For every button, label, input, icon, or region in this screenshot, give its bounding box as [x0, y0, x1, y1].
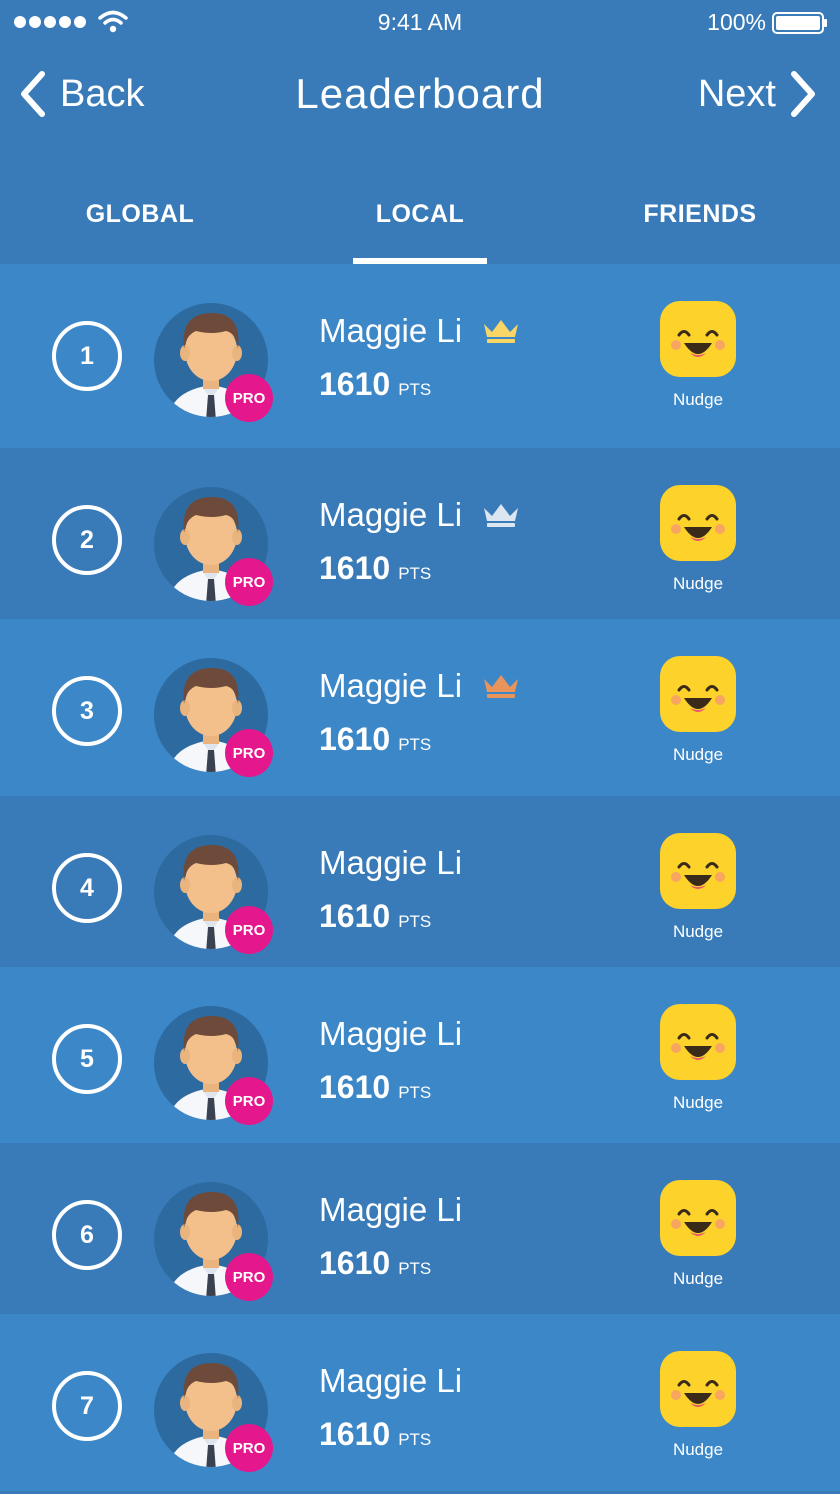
nudge-label: Nudge: [672, 574, 724, 593]
nudge-label: Nudge: [672, 1269, 724, 1288]
user-name: Maggie Li: [319, 496, 463, 533]
crown-icon: [484, 320, 519, 343]
tab-global[interactable]: GLOBAL: [0, 156, 280, 264]
nudge-button[interactable]: Nudge: [658, 301, 738, 410]
rank-badge: 4: [52, 853, 122, 923]
rank-badge: 6: [52, 1200, 122, 1270]
user-points: 1610 PTS: [319, 1245, 431, 1282]
user-points: 1610 PTS: [319, 721, 431, 758]
user-points: 1610 PTS: [319, 898, 431, 935]
tab-friends[interactable]: FRIENDS: [560, 156, 840, 264]
rank-badge: 2: [52, 505, 122, 575]
smiley-face-icon: [660, 485, 736, 561]
nudge-label: Nudge: [672, 1093, 724, 1112]
nudge-button[interactable]: Nudge: [658, 833, 738, 942]
smiley-face-icon: [660, 833, 736, 909]
nudge-label: Nudge: [672, 745, 724, 764]
leaderboard-list: 1 PRO Maggie Li 1610 PTS Nudge 2 PRO Mag…: [0, 264, 840, 1491]
pro-badge: PRO: [225, 729, 273, 777]
nudge-button[interactable]: Nudge: [658, 1351, 738, 1460]
leaderboard-row: 5 PRO Maggie Li 1610 PTS Nudge: [0, 967, 840, 1143]
smiley-face-icon: [660, 1351, 736, 1427]
points-unit: PTS: [398, 1430, 432, 1449]
rank-badge: 7: [52, 1371, 122, 1441]
leaderboard-row: 2 PRO Maggie Li 1610 PTS Nudge: [0, 448, 840, 619]
navigation-bar: Back Leaderboard Next: [0, 46, 840, 156]
status-bar: 9:41 AM 100%: [0, 0, 840, 46]
leaderboard-row: 7 PRO Maggie Li 1610 PTS Nudge: [0, 1314, 840, 1491]
leaderboard-row: 6 PRO Maggie Li 1610 PTS Nudge: [0, 1143, 840, 1314]
points-unit: PTS: [398, 380, 432, 399]
user-name-row: Maggie Li: [319, 1015, 462, 1053]
smiley-face-icon: [660, 656, 736, 732]
next-label: Next: [697, 72, 776, 115]
pro-badge: PRO: [225, 558, 273, 606]
crown-icon: [484, 504, 519, 527]
user-points: 1610 PTS: [319, 1069, 431, 1106]
pro-badge: PRO: [225, 374, 273, 422]
user-name-row: Maggie Li: [319, 667, 520, 705]
battery-icon: [772, 12, 827, 34]
battery-percent: 100%: [707, 9, 766, 35]
user-name-row: Maggie Li: [319, 312, 520, 350]
user-name: Maggie Li: [319, 667, 463, 704]
leaderboard-row: 1 PRO Maggie Li 1610 PTS Nudge: [0, 264, 840, 448]
crown-icon: [484, 675, 519, 698]
points-value: 1610: [319, 1069, 391, 1105]
leaderboard-row: 4 PRO Maggie Li 1610 PTS Nudge: [0, 796, 840, 967]
user-name: Maggie Li: [319, 1015, 463, 1052]
user-points: 1610 PTS: [319, 1416, 431, 1453]
user-name-row: Maggie Li: [319, 844, 462, 882]
points-unit: PTS: [398, 1259, 432, 1278]
points-unit: PTS: [398, 735, 432, 754]
user-name: Maggie Li: [319, 1191, 463, 1228]
chevron-right-icon: [791, 71, 815, 117]
pro-badge: PRO: [225, 1424, 273, 1472]
next-button[interactable]: Next: [698, 70, 818, 118]
user-name-row: Maggie Li: [319, 1191, 462, 1229]
user-points: 1610 PTS: [319, 366, 431, 403]
rank-badge: 3: [52, 676, 122, 746]
points-unit: PTS: [398, 564, 432, 583]
nudge-button[interactable]: Nudge: [658, 1004, 738, 1113]
user-name: Maggie Li: [319, 844, 463, 881]
nudge-label: Nudge: [672, 1440, 724, 1459]
points-unit: PTS: [398, 1083, 432, 1102]
user-points: 1610 PTS: [319, 550, 431, 587]
user-name-row: Maggie Li: [319, 496, 520, 534]
pro-badge: PRO: [225, 906, 273, 954]
user-name: Maggie Li: [319, 312, 463, 349]
pro-badge: PRO: [225, 1077, 273, 1125]
nudge-button[interactable]: Nudge: [658, 656, 738, 765]
tab-local[interactable]: LOCAL: [280, 156, 560, 264]
points-value: 1610: [319, 550, 391, 586]
points-unit: PTS: [398, 912, 432, 931]
user-name-row: Maggie Li: [319, 1362, 462, 1400]
smiley-face-icon: [660, 1004, 736, 1080]
user-name: Maggie Li: [319, 1362, 463, 1399]
points-value: 1610: [319, 721, 391, 757]
rank-badge: 1: [52, 321, 122, 391]
leaderboard-row: 3 PRO Maggie Li 1610 PTS Nudge: [0, 619, 840, 796]
leaderboard-tabs: GLOBAL LOCAL FRIENDS: [0, 156, 840, 264]
nudge-label: Nudge: [672, 922, 724, 941]
pro-badge: PRO: [225, 1253, 273, 1301]
points-value: 1610: [319, 898, 391, 934]
nudge-button[interactable]: Nudge: [658, 1180, 738, 1289]
nudge-button[interactable]: Nudge: [658, 485, 738, 594]
smiley-face-icon: [660, 301, 736, 377]
nudge-label: Nudge: [672, 390, 724, 409]
rank-badge: 5: [52, 1024, 122, 1094]
smiley-face-icon: [660, 1180, 736, 1256]
points-value: 1610: [319, 1245, 391, 1281]
points-value: 1610: [319, 1416, 391, 1452]
points-value: 1610: [319, 366, 391, 402]
